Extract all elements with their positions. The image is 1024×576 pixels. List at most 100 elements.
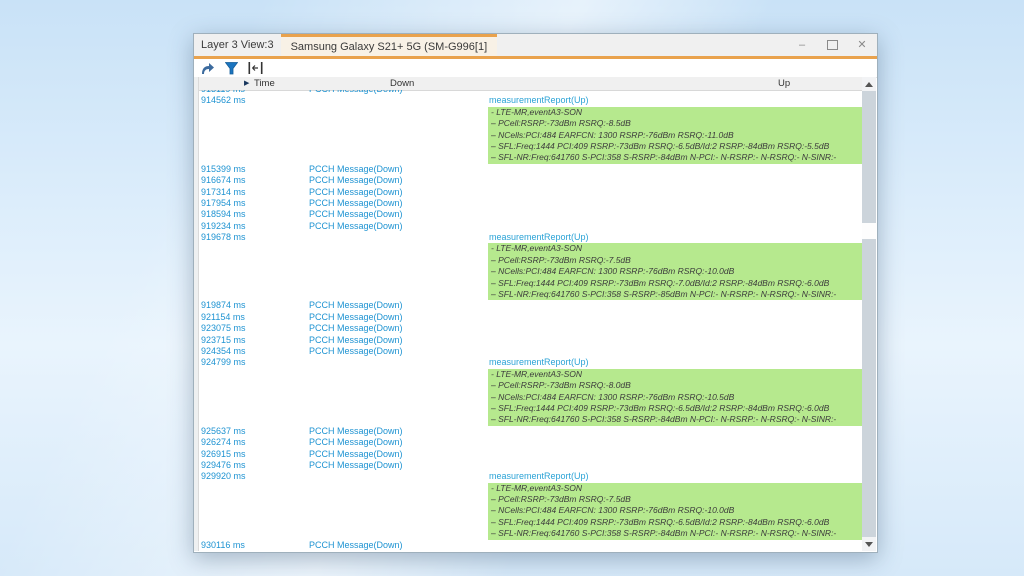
row-down-message: [309, 357, 489, 368]
table-row[interactable]: 919234 msPCCH Message(Down): [199, 221, 862, 232]
measurement-detail-line[interactable]: - LTE-MR,eventA3-SON: [488, 369, 862, 380]
measurement-detail-line[interactable]: – SFL:Freq:1444 PCI:409 RSRP:-73dBm RSRQ…: [488, 141, 862, 152]
measurement-detail-line[interactable]: – PCell:RSRP:-73dBm RSRQ:-8.0dB: [488, 380, 862, 391]
measurement-detail-line[interactable]: – NCells:PCI:484 EARFCN: 1300 RSRP:-76dB…: [488, 505, 862, 516]
row-time: 930116 ms: [199, 540, 309, 551]
row-up-message: [489, 335, 862, 346]
measurement-detail-line[interactable]: – PCell:RSRP:-73dBm RSRQ:-7.5dB: [488, 494, 862, 505]
scrollbar-thumb[interactable]: [862, 223, 876, 239]
layer3-view-window: Layer 3 View:3 Samsung Galaxy S21+ 5G (S…: [193, 33, 878, 553]
row-time: 923715 ms: [199, 335, 309, 346]
row-down-message: PCCH Message(Down): [309, 187, 489, 198]
table-row[interactable]: 925637 msPCCH Message(Down): [199, 426, 862, 437]
table-row[interactable]: 917314 msPCCH Message(Down): [199, 187, 862, 198]
titlebar: Layer 3 View:3 Samsung Galaxy S21+ 5G (S…: [194, 34, 877, 56]
device-tab-label: Samsung Galaxy S21+ 5G (SM-G996[1]: [291, 41, 488, 53]
table-row[interactable]: 919874 msPCCH Message(Down): [199, 300, 862, 311]
close-button[interactable]: ✕: [847, 34, 877, 56]
row-time: 923075 ms: [199, 323, 309, 334]
scroll-up-arrow-icon: [865, 82, 873, 87]
row-up-message: measurementReport(Up): [489, 232, 862, 243]
row-up-message: [489, 221, 862, 232]
table-row[interactable]: 929476 msPCCH Message(Down): [199, 460, 862, 471]
table-row[interactable]: 917954 msPCCH Message(Down): [199, 198, 862, 209]
row-down-message: PCCH Message(Down): [309, 300, 489, 311]
table-row[interactable]: 923075 msPCCH Message(Down): [199, 323, 862, 334]
row-down-message: PCCH Message(Down): [309, 221, 489, 232]
table-row[interactable]: 921154 msPCCH Message(Down): [199, 312, 862, 323]
measurement-detail-line[interactable]: – NCells:PCI:484 EARFCN: 1300 RSRP:-76dB…: [488, 392, 862, 403]
row-up-message: [489, 209, 862, 220]
row-down-message: [309, 232, 489, 243]
jump-arrow-icon[interactable]: [200, 61, 215, 75]
measurement-detail-line[interactable]: - LTE-MR,eventA3-SON: [488, 107, 862, 118]
table-row[interactable]: 915399 msPCCH Message(Down): [199, 164, 862, 175]
measurement-detail-line[interactable]: – SFL:Freq:1444 PCI:409 RSRP:-73dBm RSRQ…: [488, 517, 862, 528]
measurement-detail-line[interactable]: - LTE-MR,eventA3-SON: [488, 483, 862, 494]
row-up-message: measurementReport(Up): [489, 95, 862, 106]
scroll-down-button[interactable]: [862, 537, 876, 551]
row-up-message: [489, 437, 862, 448]
column-header-row: ▶ Time Down Up: [194, 77, 862, 91]
row-up-message: [489, 346, 862, 357]
table-row[interactable]: 930116 msPCCH Message(Down): [199, 540, 862, 551]
table-row[interactable]: 929920 msmeasurementReport(Up): [199, 471, 862, 482]
measurement-detail-line[interactable]: – SFL:Freq:1444 PCI:409 RSRP:-73dBm RSRQ…: [488, 278, 862, 289]
row-up-message: [489, 198, 862, 209]
row-down-message: [309, 471, 489, 482]
maximize-icon: [827, 40, 838, 50]
row-up-message: [489, 426, 862, 437]
row-down-message: PCCH Message(Down): [309, 460, 489, 471]
maximize-button[interactable]: [817, 34, 847, 56]
measurement-detail-line[interactable]: – PCell:RSRP:-73dBm RSRQ:-7.5dB: [488, 255, 862, 266]
measurement-detail-line[interactable]: – SFL-NR:Freq:641760 S-PCI:358 S-RSRP:-8…: [488, 152, 862, 163]
sort-arrow-icon[interactable]: ▶: [244, 77, 249, 90]
row-down-message: PCCH Message(Down): [309, 323, 489, 334]
row-time: 929920 ms: [199, 471, 309, 482]
column-header-time[interactable]: Time: [254, 77, 275, 90]
table-row[interactable]: 914562 msmeasurementReport(Up): [199, 95, 862, 106]
row-down-message: PCCH Message(Down): [309, 449, 489, 460]
minimize-button[interactable]: –: [787, 34, 817, 56]
row-down-message: PCCH Message(Down): [309, 426, 489, 437]
measurement-detail-line[interactable]: – SFL-NR:Freq:641760 S-PCI:358 S-RSRP:-8…: [488, 528, 862, 539]
measurement-detail-line[interactable]: - LTE-MR,eventA3-SON: [488, 243, 862, 254]
fit-width-icon[interactable]: [248, 61, 263, 75]
row-down-message: [309, 95, 489, 106]
measurement-detail-line[interactable]: – SFL-NR:Freq:641760 S-PCI:358 S-RSRP:-8…: [488, 414, 862, 425]
measurement-detail-line[interactable]: – SFL:Freq:1444 PCI:409 RSRP:-73dBm RSRQ…: [488, 403, 862, 414]
filter-icon[interactable]: [224, 61, 239, 75]
vertical-scrollbar[interactable]: [862, 77, 876, 551]
window-title: Layer 3 View:3: [194, 39, 281, 51]
table-row[interactable]: 926915 msPCCH Message(Down): [199, 449, 862, 460]
column-header-down[interactable]: Down: [390, 77, 414, 90]
row-time: 917954 ms: [199, 198, 309, 209]
table-row[interactable]: 919678 msmeasurementReport(Up): [199, 232, 862, 243]
row-down-message: PCCH Message(Down): [309, 209, 489, 220]
row-up-message: [489, 164, 862, 175]
measurement-detail-line[interactable]: – SFL-NR:Freq:641760 S-PCI:358 S-RSRP:-8…: [488, 289, 862, 300]
row-up-message: [489, 460, 862, 471]
table-row[interactable]: 916674 msPCCH Message(Down): [199, 175, 862, 186]
measurement-detail-line[interactable]: – NCells:PCI:484 EARFCN: 1300 RSRP:-76dB…: [488, 130, 862, 141]
row-time: 919874 ms: [199, 300, 309, 311]
scroll-up-button[interactable]: [862, 77, 876, 91]
row-time: 924799 ms: [199, 357, 309, 368]
row-up-message: [489, 312, 862, 323]
row-time: 926915 ms: [199, 449, 309, 460]
table-row[interactable]: 918594 msPCCH Message(Down): [199, 209, 862, 220]
table-row[interactable]: 926274 msPCCH Message(Down): [199, 437, 862, 448]
row-time: 919234 ms: [199, 221, 309, 232]
measurement-detail-line[interactable]: – PCell:RSRP:-73dBm RSRQ:-8.5dB: [488, 118, 862, 129]
row-up-message: [489, 540, 862, 551]
table-row[interactable]: 924354 msPCCH Message(Down): [199, 346, 862, 357]
row-down-message: PCCH Message(Down): [309, 540, 489, 551]
table-row[interactable]: 923715 msPCCH Message(Down): [199, 335, 862, 346]
row-up-message: [489, 187, 862, 198]
column-header-up[interactable]: Up: [778, 77, 790, 90]
measurement-detail-line[interactable]: – NCells:PCI:484 EARFCN: 1300 RSRP:-76dB…: [488, 266, 862, 277]
device-tab[interactable]: Samsung Galaxy S21+ 5G (SM-G996[1]: [281, 34, 498, 56]
row-up-message: measurementReport(Up): [489, 357, 862, 368]
scroll-down-arrow-icon: [865, 542, 873, 547]
table-row[interactable]: 924799 ms measurementReport(Up): [199, 357, 862, 368]
